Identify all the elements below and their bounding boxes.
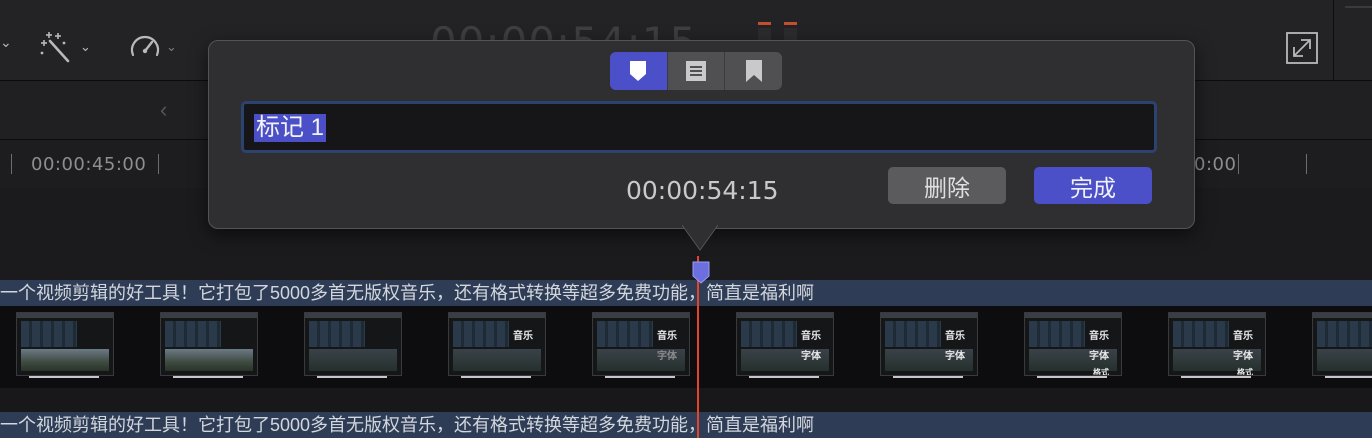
thumb-label: 音乐 bbox=[801, 331, 821, 342]
thumb-label: 音乐 bbox=[945, 331, 965, 342]
thumb-label: 音乐 bbox=[513, 331, 533, 342]
tab-todo-marker[interactable] bbox=[668, 52, 726, 90]
marker-name-input[interactable]: 标记 1 bbox=[241, 101, 1157, 153]
speed-gauge-icon bbox=[130, 35, 160, 57]
chapter-bookmark-icon bbox=[745, 60, 762, 82]
thumb-label: 音乐 bbox=[1089, 331, 1109, 342]
clip-thumbnail bbox=[158, 312, 258, 384]
clip-thumbnail: 音乐 字体 bbox=[878, 312, 978, 384]
caption-clip[interactable]: 一个视频剪辑的好工具！它打包了5000多首无版权音乐，还有格式转换等超多免费功能… bbox=[0, 280, 1372, 306]
clip-thumbnail: 音乐 字体 bbox=[734, 312, 834, 384]
thumb-label: 字体 bbox=[945, 351, 965, 362]
thumb-label: 格式 bbox=[1237, 368, 1253, 376]
clip-thumbnail: 音乐 bbox=[446, 312, 546, 384]
ruler-tick bbox=[1306, 154, 1307, 174]
ruler-tick bbox=[11, 154, 12, 174]
toolbar-divider bbox=[1333, 0, 1334, 80]
thumb-label: 音乐 bbox=[1233, 331, 1253, 342]
tab-standard-marker[interactable] bbox=[610, 52, 668, 90]
clip-thumbnail bbox=[302, 312, 402, 384]
caption-clip[interactable]: 一个视频剪辑的好工具！它打包了5000多首无版权音乐，还有格式转换等超多免费功能… bbox=[0, 412, 1372, 438]
todo-list-icon bbox=[686, 61, 706, 81]
clip-thumbnail bbox=[14, 312, 114, 384]
tab-chapter-marker[interactable] bbox=[725, 52, 782, 90]
fullscreen-icon[interactable] bbox=[1286, 32, 1318, 64]
delete-button[interactable]: 删除 bbox=[888, 167, 1006, 204]
thumb-label: 字体 bbox=[1089, 351, 1109, 362]
thumb-label: 字体 bbox=[657, 351, 677, 362]
done-button[interactable]: 完成 bbox=[1034, 167, 1152, 204]
clip-thumbnail: 音乐 字体 格式 bbox=[1022, 312, 1122, 384]
thumb-label: 音乐 bbox=[657, 331, 677, 342]
ruler-timecode-label: 00:00:45:00 bbox=[31, 154, 147, 175]
clip-thumbnail: 音乐 字体 bbox=[590, 312, 690, 384]
popover-arrow bbox=[682, 224, 718, 251]
toolbar-divider bbox=[1345, 6, 1372, 8]
caption-text: 一个视频剪辑的好工具！它打包了5000多首无版权音乐，还有格式转换等超多免费功能… bbox=[0, 283, 815, 303]
thumb-label: 格式 bbox=[1093, 368, 1109, 376]
marker-pin-icon[interactable] bbox=[691, 260, 711, 284]
video-clip-filmstrip[interactable]: 音乐 音乐 字体 音乐 字体 音乐 字体 音乐 字体 格式 音乐 字体 格式 bbox=[0, 306, 1372, 388]
magic-wand-icon bbox=[40, 32, 70, 63]
track-spacer bbox=[0, 388, 1372, 412]
ruler-tick bbox=[158, 154, 159, 174]
chevron-left-icon[interactable]: ‹ bbox=[160, 97, 167, 123]
retime-menu-button[interactable]: ⌄ bbox=[128, 28, 177, 66]
audio-meter-icon bbox=[758, 22, 797, 42]
enhancements-menu-button[interactable]: ⌄ bbox=[38, 28, 91, 66]
clip-thumbnail: 音乐 字体 格式 bbox=[1166, 312, 1266, 384]
thumb-label: 字体 bbox=[1233, 351, 1253, 362]
chevron-down-icon: ⌄ bbox=[80, 39, 91, 54]
clip-thumbnail bbox=[1310, 312, 1372, 384]
marker-name-value: 标记 1 bbox=[254, 114, 327, 142]
ruler-timecode-label: 0:00 bbox=[1194, 154, 1237, 175]
chevron-down-icon: ⌄ bbox=[166, 39, 177, 54]
marker-icon bbox=[630, 61, 647, 81]
caption-text: 一个视频剪辑的好工具！它打包了5000多首无版权音乐，还有格式转换等超多免费功能… bbox=[0, 415, 815, 435]
chevron-down-icon[interactable]: ⌄ bbox=[0, 34, 12, 51]
marker-timecode: 00:00:54:15 bbox=[626, 176, 779, 205]
marker-type-segmented-control bbox=[610, 52, 782, 90]
ruler-tick bbox=[1238, 154, 1239, 174]
thumb-label: 字体 bbox=[801, 351, 821, 362]
